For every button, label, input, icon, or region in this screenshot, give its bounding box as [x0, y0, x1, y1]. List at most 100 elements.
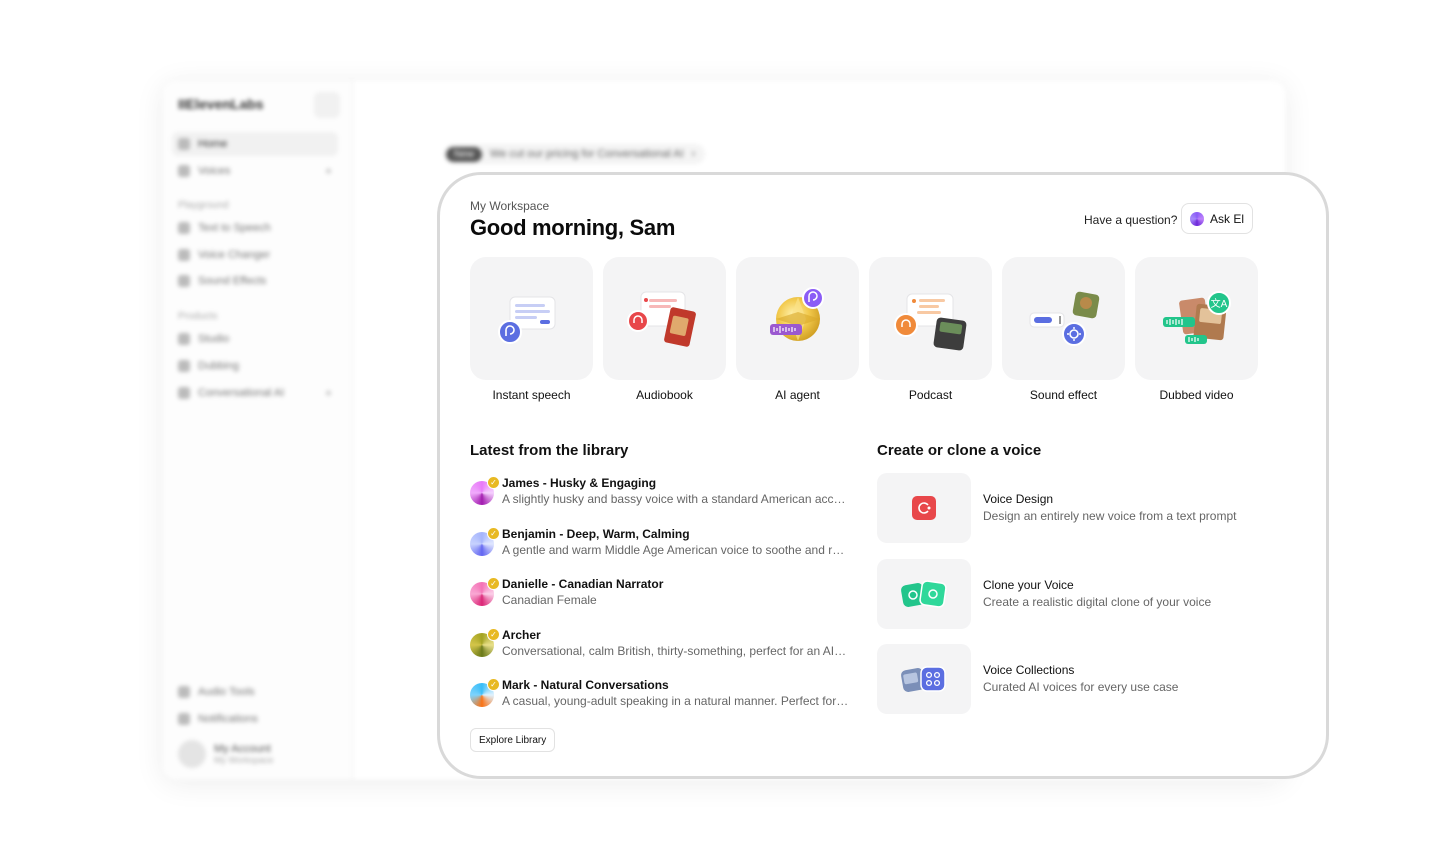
option-description: Design an entirely new voice from a text…	[983, 509, 1237, 523]
voice-avatar: ✓	[470, 526, 500, 556]
help-prompt: Have a question?	[1084, 213, 1178, 227]
voice-avatar: ✓	[470, 678, 500, 707]
create-title: Create or clone a voice	[877, 442, 1042, 459]
account-name: My Account	[214, 743, 271, 755]
option-name: Clone your Voice	[983, 577, 1074, 592]
voice-name: James - Husky & Engaging	[502, 476, 657, 490]
sidebar-item-studio[interactable]: Studio	[178, 333, 229, 345]
tile-label: Podcast	[908, 388, 953, 402]
option-description: Create a realistic digital clone of your…	[983, 594, 1212, 609]
sidebar-item-sound-effects[interactable]: Sound Effects	[178, 275, 266, 287]
sidebar-item-label: Studio	[198, 333, 230, 345]
podcast-icon	[894, 293, 967, 351]
option-name: Voice Collections	[983, 663, 1075, 677]
voice-avatar: ✓	[470, 476, 500, 505]
sidebar-item-label: Voices	[198, 165, 231, 177]
library-item-mark[interactable]: ✓ Mark - Natural Conversations A casual,…	[470, 677, 850, 728]
verified-badge-icon: ✓	[487, 526, 500, 540]
sidebar-item-voice-changer[interactable]: Voice Changer	[178, 249, 270, 261]
tile-label: AI agent	[775, 388, 820, 402]
library-title: Latest from the library	[470, 442, 629, 459]
library-item-archer[interactable]: ✓ Archer Conversational, calm British, t…	[470, 627, 850, 678]
tile-instant-speech[interactable]: Instant speech	[470, 257, 593, 402]
verified-badge-icon: ✓	[487, 678, 500, 691]
clone-icon	[901, 579, 947, 608]
sidebar-item-conversational-ai[interactable]: Conversational AI	[178, 387, 284, 399]
tile-ai-agent[interactable]: AI agent	[736, 257, 859, 402]
sidebar-item-text-to-speech[interactable]: Text to Speech	[178, 222, 271, 234]
voice-description: Conversational, calm British, thirty-som…	[502, 643, 847, 658]
sidebar-item-dubbing[interactable]: Dubbing	[178, 360, 239, 372]
audio-tools-icon	[178, 686, 190, 698]
create-list: Voice Design Design an entirely new voic…	[877, 473, 1267, 730]
studio-icon	[178, 333, 190, 345]
account-workspace: My Workspace	[214, 755, 274, 765]
tile-sound-effect[interactable]: Sound effect	[1002, 257, 1125, 402]
option-illustration	[877, 558, 971, 629]
voice-avatar: ✓	[470, 627, 500, 657]
sidebar-item-label: Notifications	[198, 713, 258, 725]
workspace-label: My Workspace	[470, 199, 550, 213]
ask-el-button[interactable]: Ask El	[1181, 203, 1253, 234]
option-description: Curated AI voices for every use case	[983, 680, 1179, 694]
sound-effect-icon	[1029, 291, 1100, 346]
voice-design-option[interactable]: Voice Design Design an entirely new voic…	[877, 473, 1267, 543]
voice-description: A casual, young-adult speaking in a natu…	[502, 694, 849, 708]
library-item-benjamin[interactable]: ✓ Benjamin - Deep, Warm, Calming A gentl…	[470, 526, 850, 577]
library-list: ✓ James - Husky & Engaging A slightly hu…	[470, 475, 850, 728]
agent-orb-icon	[770, 287, 824, 341]
voice-name: Mark - Natural Conversations	[502, 678, 669, 692]
verified-badge-icon: ✓	[487, 577, 500, 590]
voices-icon	[178, 165, 190, 177]
sidebar-item-label: Home	[198, 138, 228, 150]
voice-description: A slightly husky and bassy voice with a …	[502, 492, 850, 506]
tile-label: Instant speech	[492, 388, 571, 402]
clone-voice-option[interactable]: Clone your Voice Create a realistic digi…	[877, 558, 1267, 629]
workspace-home-card: My Workspace Good morning, Sam Have a qu…	[437, 172, 1329, 779]
voice-design-icon	[912, 496, 936, 520]
voice-avatar: ✓	[470, 577, 500, 606]
tile-illustration: 文A	[1135, 257, 1258, 380]
voice-description: A gentle and warm Middle Age American vo…	[502, 542, 850, 557]
ask-el-label: Ask El	[1209, 211, 1244, 226]
tile-label: Dubbed video	[1159, 388, 1234, 402]
translate-icon: 文A	[1163, 291, 1231, 344]
expand-conversational-ai-icon[interactable]: +	[325, 386, 332, 400]
voice-name: Archer	[502, 627, 541, 642]
chevron-right-icon: ›	[691, 148, 696, 160]
voice-collections-option[interactable]: Voice Collections Curated AI voices for …	[877, 644, 1267, 714]
sidebar-collapse-icon[interactable]	[314, 92, 340, 118]
tile-podcast[interactable]: Podcast	[869, 257, 992, 402]
app-logo: IIElevenLabs	[178, 96, 264, 112]
library-item-james[interactable]: ✓ James - Husky & Engaging A slightly hu…	[470, 475, 850, 526]
conversational-ai-icon	[178, 387, 190, 399]
sidebar: IIElevenLabs Home Voices + Playground Te…	[162, 80, 353, 780]
sidebar-item-voices[interactable]: Voices	[178, 165, 230, 177]
sidebar-section-playground: Playground	[178, 200, 229, 211]
sidebar-item-label: Conversational AI	[198, 387, 285, 399]
text-to-speech-icon	[178, 222, 190, 234]
tile-illustration	[1002, 257, 1125, 380]
verified-badge-icon: ✓	[487, 476, 500, 489]
option-illustration	[877, 473, 971, 543]
speech-bubble-icon	[498, 296, 556, 344]
library-item-danielle[interactable]: ✓ Danielle - Canadian Narrator Canadian …	[470, 576, 850, 627]
tile-dubbed-video[interactable]: 文A Dubbed video	[1135, 257, 1258, 402]
pricing-banner[interactable]: New We cut our pricing for Conversationa…	[444, 144, 706, 164]
sidebar-item-notifications[interactable]: Notifications	[178, 713, 258, 725]
tile-audiobook[interactable]: Audiobook	[603, 257, 726, 402]
sidebar-item-home[interactable]: Home	[172, 132, 338, 156]
option-illustration	[877, 644, 971, 714]
home-icon	[178, 138, 190, 150]
account-menu[interactable]: My Account My Workspace	[178, 740, 273, 768]
sidebar-item-audio-tools[interactable]: Audio Tools	[178, 686, 255, 698]
add-voice-icon[interactable]: +	[325, 164, 332, 178]
banner-text: We cut our pricing for Conversational AI	[490, 148, 684, 160]
explore-library-button[interactable]: Explore Library	[470, 728, 556, 752]
el-orb-icon	[1189, 211, 1204, 226]
tile-label: Audiobook	[636, 388, 693, 402]
book-icon	[627, 291, 696, 347]
page-title: Good morning, Sam	[470, 215, 676, 240]
sidebar-item-label: Text to Speech	[198, 222, 271, 234]
collections-icon	[901, 666, 946, 692]
